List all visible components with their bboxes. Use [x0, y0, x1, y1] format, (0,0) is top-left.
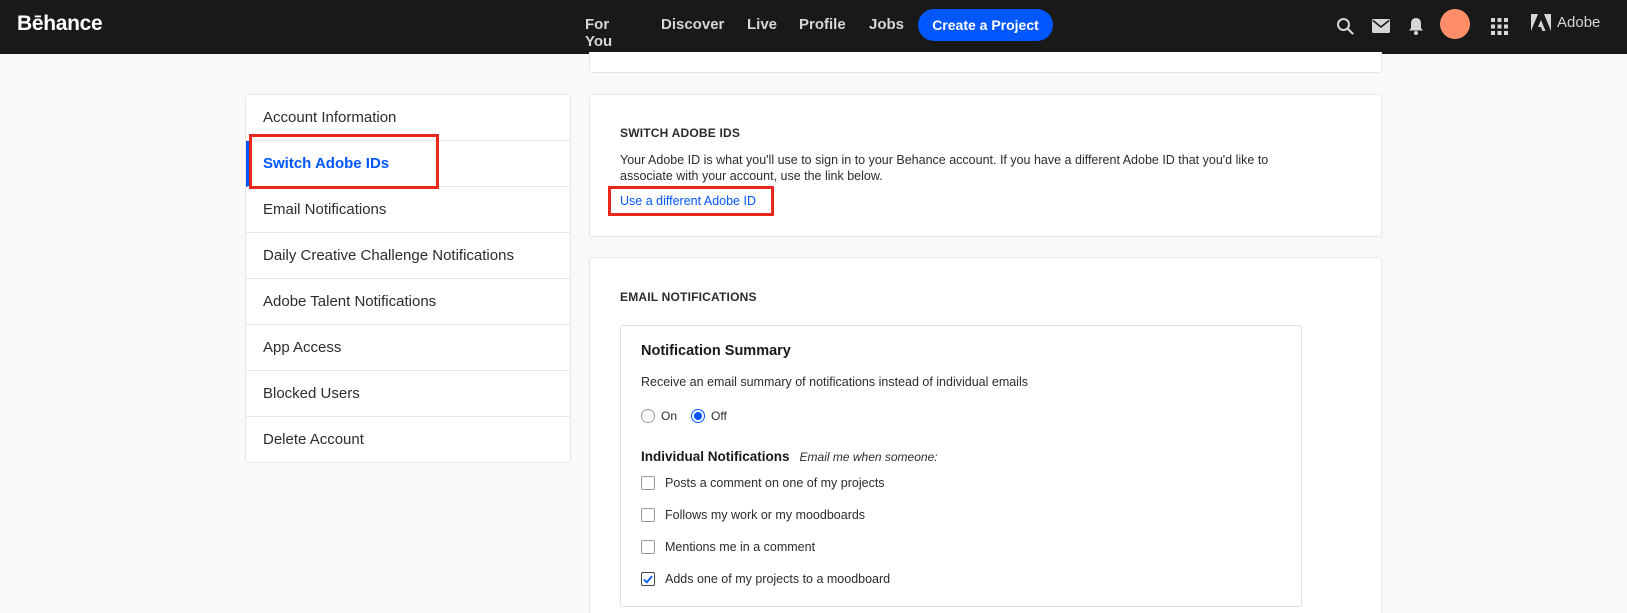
mention-option-label: Mentions me in a comment — [665, 540, 816, 554]
summary-off-radio[interactable] — [691, 409, 706, 423]
notification-bell-icon[interactable] — [1405, 15, 1427, 37]
use-different-adobe-id-link[interactable]: Use a different Adobe ID — [620, 194, 756, 208]
create-project-button[interactable]: Create a Project — [918, 9, 1053, 41]
checkmark-icon — [643, 575, 653, 584]
sidebar-item-adobe-talent-notifications[interactable]: Adobe Talent Notifications — [246, 279, 570, 325]
switch-adobe-ids-description: Your Adobe ID is what you'll use to sign… — [620, 153, 1269, 183]
nav-live[interactable]: Live — [747, 16, 777, 33]
individual-notifications-subtitle: Email me when someone: — [799, 450, 938, 464]
nav-discover[interactable]: Discover — [661, 16, 724, 33]
sidebar-item-app-access[interactable]: App Access — [246, 325, 570, 371]
settings-sidebar: Account Information Switch Adobe IDs Ema… — [245, 94, 571, 463]
adobe-menu[interactable]: Adobe — [1531, 14, 1600, 31]
nav-profile[interactable]: Profile — [799, 16, 846, 33]
switch-adobe-ids-title: SWITCH ADOBE IDS — [620, 126, 741, 140]
notification-summary-description: Receive an email summary of notification… — [641, 375, 1028, 389]
option-row-comment: Posts a comment on one of my projects — [641, 476, 885, 490]
summary-on-radio[interactable] — [641, 409, 655, 423]
mail-icon[interactable] — [1370, 15, 1392, 37]
previous-section-card — [589, 52, 1382, 73]
adobe-logo-icon — [1531, 14, 1551, 31]
email-notifications-section: EMAIL NOTIFICATIONS Notification Summary… — [589, 257, 1382, 613]
option-row-follow: Follows my work or my moodboards — [641, 508, 865, 522]
behance-logo[interactable]: Bēhance — [17, 12, 103, 36]
mention-checkbox[interactable] — [641, 540, 655, 554]
comment-checkbox[interactable] — [641, 476, 655, 490]
summary-on-label: On — [661, 409, 678, 423]
notification-summary-title: Notification Summary — [641, 343, 791, 359]
search-icon[interactable] — [1334, 15, 1356, 37]
follow-option-label: Follows my work or my moodboards — [665, 508, 866, 522]
moodboard-checkbox[interactable] — [641, 572, 655, 586]
option-row-moodboard: Adds one of my projects to a moodboard — [641, 572, 890, 586]
nav-for-you[interactable]: For You — [585, 16, 612, 50]
comment-option-label: Posts a comment on one of my projects — [665, 476, 885, 490]
sidebar-item-daily-creative-challenge-notifications[interactable]: Daily Creative Challenge Notifications — [246, 233, 570, 279]
notification-settings-box: Notification Summary Receive an email su… — [620, 325, 1302, 607]
option-row-mention: Mentions me in a comment — [641, 540, 815, 554]
user-avatar[interactable] — [1440, 9, 1470, 39]
sidebar-item-account-information[interactable]: Account Information — [246, 95, 570, 141]
summary-radio-group: On Off — [641, 409, 741, 423]
sidebar-item-switch-adobe-ids[interactable]: Switch Adobe IDs — [246, 141, 570, 187]
sidebar-item-blocked-users[interactable]: Blocked Users — [246, 371, 570, 417]
nav-jobs[interactable]: Jobs — [869, 16, 904, 33]
moodboard-option-label: Adds one of my projects to a moodboard — [665, 572, 891, 586]
sidebar-item-email-notifications[interactable]: Email Notifications — [246, 187, 570, 233]
top-navigation-bar: Bēhance For You Discover Live Profile Jo… — [0, 0, 1627, 54]
follow-checkbox[interactable] — [641, 508, 655, 522]
sidebar-item-delete-account[interactable]: Delete Account — [246, 417, 570, 463]
individual-notifications-title: Individual Notifications — [641, 449, 790, 464]
email-notifications-title: EMAIL NOTIFICATIONS — [620, 290, 757, 304]
apps-grid-icon[interactable] — [1488, 15, 1510, 37]
individual-notifications-header: Individual Notifications Email me when s… — [641, 449, 938, 464]
switch-adobe-ids-section: SWITCH ADOBE IDS Your Adobe ID is what y… — [589, 94, 1382, 237]
adobe-label: Adobe — [1557, 14, 1601, 31]
summary-off-label: Off — [711, 409, 727, 423]
